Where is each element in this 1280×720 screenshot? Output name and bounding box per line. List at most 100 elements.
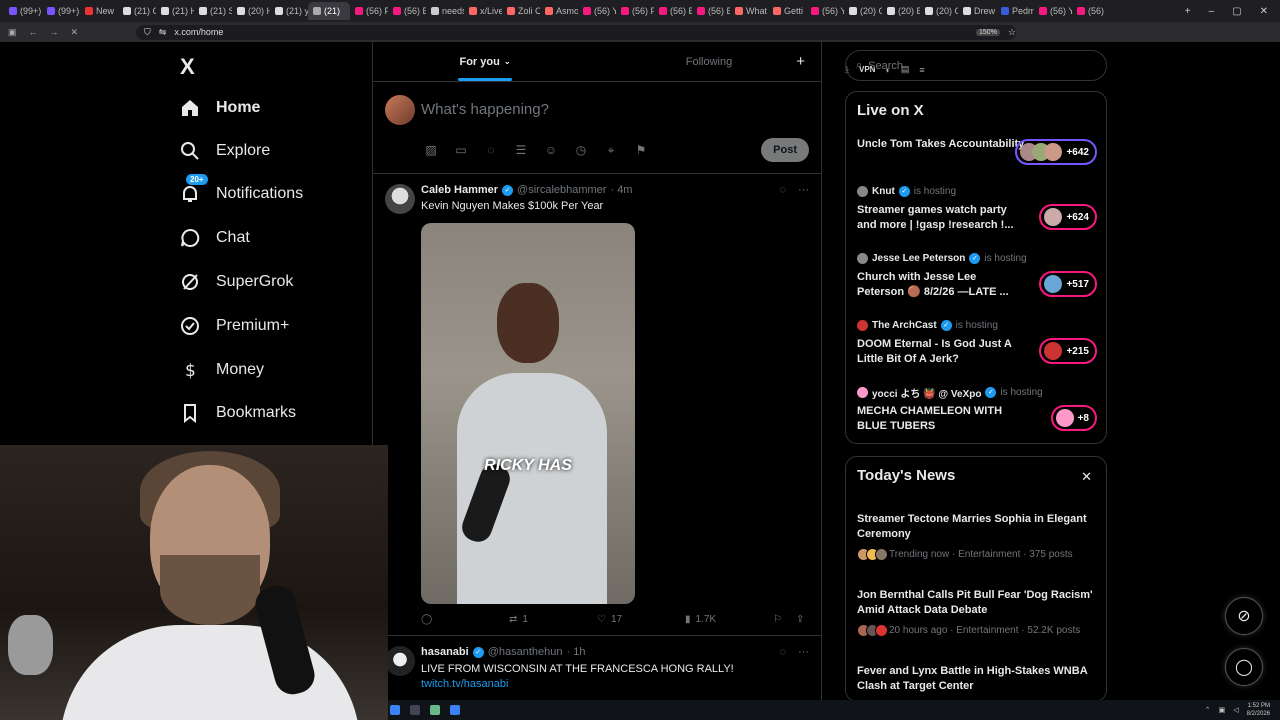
nav-chat[interactable]: Chat bbox=[180, 224, 250, 252]
live-listeners-pill[interactable]: +624 bbox=[1039, 204, 1097, 230]
author-name[interactable]: hasanabi bbox=[421, 646, 469, 658]
new-tab-icon[interactable]: + bbox=[1185, 6, 1191, 17]
browser-tab[interactable]: (20) B bbox=[882, 2, 920, 20]
app-icon[interactable] bbox=[390, 705, 400, 715]
back-icon[interactable]: ← bbox=[29, 27, 38, 38]
live-listeners-pill[interactable]: +642 bbox=[1015, 139, 1097, 165]
avatar[interactable] bbox=[385, 95, 415, 125]
live-item[interactable]: Uncle Tom Takes Accountability +642 bbox=[857, 137, 1097, 165]
retweet-button[interactable]: ⇄ 1 bbox=[509, 614, 528, 625]
news-item[interactable]: Jon Bernthal Calls Pit Bull Fear 'Dog Ra… bbox=[857, 588, 1097, 637]
tab-following[interactable]: Following bbox=[597, 42, 821, 81]
nav-notifications[interactable]: 20+ Notifications bbox=[180, 174, 303, 208]
browser-tab[interactable]: (20) H bbox=[232, 2, 270, 20]
bookmark-star-icon[interactable]: ☆ bbox=[1008, 27, 1016, 38]
app-icon[interactable] bbox=[430, 705, 440, 715]
url-field[interactable]: ⛉ ⇋ x.com/home 150% ☆ bbox=[136, 24, 1016, 40]
steam-icon[interactable] bbox=[410, 705, 420, 715]
news-item[interactable]: Fever and Lynx Battle in High-Stakes WNB… bbox=[857, 664, 1097, 694]
clock[interactable]: 1:52 PM 8/2/2026 bbox=[1247, 702, 1270, 718]
more-icon[interactable]: ··· bbox=[798, 646, 809, 658]
browser-tab[interactable]: What bbox=[730, 2, 768, 20]
share-button[interactable]: ⇪ bbox=[796, 614, 804, 625]
like-button[interactable]: ♡ 17 bbox=[597, 614, 622, 625]
maximize-icon[interactable]: ▢ bbox=[1232, 6, 1241, 17]
grok-icon[interactable]: ◌ bbox=[779, 646, 786, 658]
location-icon[interactable]: ⌖ bbox=[603, 142, 619, 158]
live-item[interactable]: Jesse Lee Peterson ✓ is hosting Church wit… bbox=[857, 251, 1097, 300]
site-info-icon[interactable]: ⇋ bbox=[159, 27, 167, 38]
browser-tab[interactable]: (21) S bbox=[194, 2, 232, 20]
browser-tab[interactable]: (21) y bbox=[270, 2, 308, 20]
nav-explore[interactable]: Explore bbox=[180, 137, 270, 165]
author-handle[interactable]: @sircalebhammer bbox=[517, 184, 606, 196]
browser-tab[interactable]: (99+) bbox=[4, 2, 42, 20]
browser-tab[interactable]: (56) bbox=[1072, 2, 1110, 20]
minimize-icon[interactable]: – bbox=[1209, 6, 1215, 17]
browser-tab[interactable]: (56) E bbox=[388, 2, 426, 20]
nav-home[interactable]: Home bbox=[180, 94, 260, 122]
browser-tab[interactable]: (56) P bbox=[350, 2, 388, 20]
shield-icon[interactable]: ⛉ bbox=[144, 27, 151, 38]
browser-tab[interactable]: (56) P bbox=[616, 2, 654, 20]
zoom-badge[interactable]: 150% bbox=[976, 28, 1000, 36]
browser-tab[interactable]: (56) Y bbox=[1034, 2, 1072, 20]
live-item[interactable]: The ArchCast ✓ is hosting DOOM Eternal - I… bbox=[857, 318, 1097, 367]
emoji-icon[interactable]: ☺ bbox=[543, 142, 559, 158]
browser-tab[interactable]: (56) Y bbox=[806, 2, 844, 20]
browser-tab[interactable]: (56) Y bbox=[578, 2, 616, 20]
x-logo-icon[interactable]: X bbox=[180, 54, 195, 80]
bookmark-button[interactable]: ⚐ bbox=[773, 614, 782, 625]
post-button[interactable]: Post bbox=[761, 138, 809, 162]
views-button[interactable]: ▮ 1.7K bbox=[685, 614, 716, 625]
tweet-time[interactable]: · 1h bbox=[566, 646, 585, 658]
tweet-time[interactable]: · 4m bbox=[610, 184, 632, 196]
tweet-video[interactable]: RICKY HAS bbox=[421, 223, 635, 604]
grok-icon[interactable]: ◌ bbox=[483, 142, 499, 158]
reply-button[interactable]: ◯ bbox=[421, 614, 432, 625]
sidebar-toggle-icon[interactable]: ▣ bbox=[8, 27, 17, 38]
search-input[interactable]: ⌕ Search bbox=[845, 50, 1107, 81]
avatar[interactable] bbox=[385, 646, 415, 676]
nav-bookmarks[interactable]: Bookmarks bbox=[180, 399, 296, 427]
add-feed-icon[interactable]: + bbox=[796, 53, 805, 70]
browser-tab[interactable]: Getti bbox=[768, 2, 806, 20]
schedule-icon[interactable]: ◷ bbox=[573, 142, 589, 158]
browser-tab[interactable]: Pedm bbox=[996, 2, 1034, 20]
live-item[interactable]: Knut ✓ is hosting Streamer games watch par… bbox=[857, 184, 1097, 233]
news-item[interactable]: Streamer Tectone Marries Sophia in Elega… bbox=[857, 512, 1097, 561]
live-listeners-pill[interactable]: +517 bbox=[1039, 271, 1097, 297]
volume-icon[interactable]: ◁ bbox=[1233, 706, 1238, 714]
browser-tab[interactable]: (99+) bbox=[42, 2, 80, 20]
chevron-up-icon[interactable]: ⌃ bbox=[1205, 706, 1211, 714]
image-icon[interactable]: ▨ bbox=[423, 142, 439, 158]
browser-tab[interactable]: x/Live bbox=[464, 2, 502, 20]
tab-for-you[interactable]: For you ⌄ bbox=[373, 42, 597, 81]
more-icon[interactable]: ··· bbox=[798, 184, 809, 196]
nav-premium[interactable]: Premium+ bbox=[180, 312, 289, 340]
avatar[interactable] bbox=[385, 184, 415, 214]
stop-loading-icon[interactable]: ✕ bbox=[71, 27, 79, 38]
tweet[interactable]: Caleb Hammer ✓ @sircalebhammer · 4m ◌ ··… bbox=[373, 174, 821, 636]
tweet-link[interactable]: twitch.tv/hasanabi bbox=[421, 678, 508, 690]
close-window-icon[interactable]: ✕ bbox=[1260, 6, 1268, 17]
gif-icon[interactable]: ▭ bbox=[453, 142, 469, 158]
nav-supergrok[interactable]: SuperGrok bbox=[180, 268, 293, 296]
browser-tab[interactable]: (21) H bbox=[156, 2, 194, 20]
nav-money[interactable]: $ Money bbox=[180, 356, 264, 384]
network-icon[interactable]: ▣ bbox=[1219, 706, 1226, 714]
author-name[interactable]: Caleb Hammer bbox=[421, 184, 498, 196]
live-item[interactable]: yocci よち 👹 @ VeXpo ✓ is hosting MECHA CHAM… bbox=[857, 385, 1097, 434]
browser-tab[interactable]: (21) C bbox=[118, 2, 156, 20]
tweet[interactable]: hasanabi ✓ @hasanthehun · 1h ◌ ··· LIVE … bbox=[373, 636, 821, 702]
browser-tab[interactable]: Zoli C bbox=[502, 2, 540, 20]
browser-tab[interactable]: Asmo bbox=[540, 2, 578, 20]
forward-icon[interactable]: → bbox=[50, 27, 59, 38]
app-icon[interactable] bbox=[450, 705, 460, 715]
browser-tab[interactable]: (20) C bbox=[920, 2, 958, 20]
url-text[interactable]: x.com/home bbox=[174, 27, 223, 37]
live-listeners-pill[interactable]: +8 bbox=[1050, 405, 1097, 431]
live-listeners-pill[interactable]: +215 bbox=[1039, 338, 1097, 364]
grok-fab-button[interactable]: ⊘ bbox=[1225, 597, 1263, 635]
browser-tab[interactable]: needs bbox=[426, 2, 464, 20]
